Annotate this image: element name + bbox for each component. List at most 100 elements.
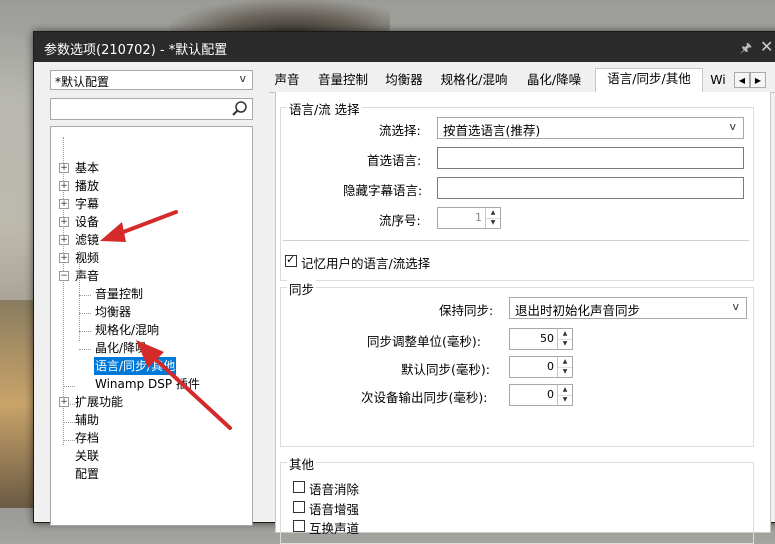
remember-language-checkbox[interactable] — [285, 253, 297, 267]
default-sync-stepper[interactable]: 0 ▲ ▼ — [509, 356, 573, 378]
search-input[interactable] — [53, 101, 232, 117]
collapse-icon[interactable]: − — [59, 271, 69, 281]
tree-item-label: 播放 — [75, 179, 100, 193]
stepper-buttons: ▲ ▼ — [485, 208, 500, 228]
remember-language-label: 记忆用户的语言/流选择 — [301, 256, 431, 271]
stepper-buttons: ▲ ▼ — [557, 329, 572, 349]
hidden-subtitle-language-field[interactable] — [437, 177, 744, 199]
stepper-buttons: ▲ ▼ — [557, 385, 572, 405]
expand-icon[interactable]: + — [59, 163, 69, 173]
tab-winamp[interactable]: Wi — [707, 70, 729, 91]
stepper-down-icon[interactable]: ▼ — [558, 339, 572, 349]
expand-icon[interactable]: + — [59, 253, 69, 263]
divider — [283, 240, 749, 241]
expand-icon[interactable]: + — [59, 181, 69, 191]
tree-item-label: 存档 — [75, 431, 100, 445]
stream-number-stepper[interactable]: 1 ▲ ▼ — [437, 207, 501, 229]
pin-icon[interactable]: 🖈 — [740, 39, 752, 61]
sync-adjust-unit-stepper[interactable]: 50 ▲ ▼ — [509, 328, 573, 350]
stream-select-value: 按首选语言(推荐) — [443, 123, 541, 138]
secondary-device-sync-value: 0 — [547, 388, 554, 401]
stepper-buttons: ▲ ▼ — [557, 357, 572, 377]
tree-item-label: 扩展功能 — [75, 395, 124, 409]
swap-channels-checkbox[interactable] — [293, 520, 305, 532]
tree-item-label: 字幕 — [75, 197, 100, 211]
sync-group: 同步 保持同步: 退出时初始化声音同步 v 同步调整单位(毫秒): 50 ▲ ▼… — [280, 279, 754, 447]
expand-icon[interactable]: + — [59, 235, 69, 245]
tree-item-label: 声音 — [75, 269, 100, 283]
expand-icon[interactable]: + — [59, 199, 69, 209]
default-sync-value: 0 — [547, 360, 554, 373]
tree-connector — [63, 440, 75, 441]
stepper-down-icon[interactable]: ▼ — [486, 218, 500, 228]
voice-cancel-label: 语音消除 — [309, 482, 360, 497]
preferred-language-label: 首选语言: — [367, 153, 422, 168]
window-title: 参数选项(210702) - *默认配置 — [44, 43, 228, 58]
keep-sync-dropdown[interactable]: 退出时初始化声音同步 v — [509, 297, 747, 319]
stream-number-label: 流序号: — [379, 213, 421, 228]
hidden-subtitle-language-label: 隐藏字幕语言: — [343, 183, 423, 198]
secondary-device-sync-stepper[interactable]: 0 ▲ ▼ — [509, 384, 573, 406]
tab-crystal-denoise[interactable]: 晶化/降噪 — [521, 70, 587, 91]
tree-item-label: 设备 — [75, 215, 100, 229]
tree-item-label: 均衡器 — [95, 305, 132, 319]
tree-connector — [79, 349, 91, 350]
chevron-down-icon: v — [239, 72, 246, 85]
tree-item-label: 配置 — [75, 467, 100, 481]
preset-dropdown-value: *默认配置 — [55, 75, 110, 89]
keep-sync-label: 保持同步: — [439, 303, 494, 318]
group-title: 其他 — [287, 454, 317, 473]
group-title: 语言/流 选择 — [287, 99, 362, 118]
other-group: 其他 语音消除 语音增强 互换声道 — [280, 454, 754, 544]
expand-icon[interactable]: + — [59, 397, 69, 407]
tab-equalizer[interactable]: 均衡器 — [381, 70, 427, 91]
default-sync-label: 默认同步(毫秒): — [401, 362, 490, 377]
tree-connector — [63, 422, 75, 423]
tree-item-label: 音量控制 — [95, 287, 144, 301]
close-icon[interactable]: ✕ — [760, 37, 773, 56]
tree-item-label: 辅助 — [75, 413, 100, 427]
tree-item-label: 视频 — [75, 251, 100, 265]
stream-number-value: 1 — [475, 211, 482, 224]
voice-cancel-checkbox[interactable] — [293, 481, 305, 493]
stream-select-dropdown[interactable]: 按首选语言(推荐) v — [437, 117, 744, 139]
preferred-language-field[interactable] — [437, 147, 744, 169]
tree-item-label: 基本 — [75, 161, 100, 175]
settings-page: 语言/流 选择 流选择: 按首选语言(推荐) v 首选语言: 隐藏字幕语言: 流… — [275, 92, 771, 544]
voice-enhance-label: 语音增强 — [309, 502, 360, 517]
tab-scroll-left-icon[interactable]: ◀ — [734, 72, 750, 88]
tree-item-label: 规格化/混响 — [95, 323, 160, 337]
tree-item-label: 晶化/降噪 — [95, 341, 148, 355]
chevron-down-icon: v — [732, 300, 739, 313]
voice-enhance-checkbox[interactable] — [293, 501, 305, 513]
preset-dropdown[interactable]: *默认配置 v — [50, 70, 253, 90]
tree-connector — [79, 331, 91, 332]
tab-volume-control[interactable]: 音量控制 — [313, 70, 373, 91]
tree-connector — [79, 295, 91, 296]
sync-adjust-unit-value: 50 — [540, 332, 554, 345]
stepper-down-icon[interactable]: ▼ — [558, 395, 572, 405]
tree-connector — [79, 313, 91, 314]
tree-item-label: 关联 — [75, 449, 100, 463]
preferences-dialog: 参数选项(210702) - *默认配置 🖈 ✕ *默认配置 v + 基本 + — [33, 31, 775, 544]
chevron-down-icon: v — [729, 120, 736, 133]
settings-tree[interactable]: + 基本 + 播放 + 字幕 + 设备 + 滤镜 + 视频 − 声音 音量控制 — [50, 126, 253, 526]
language-stream-group: 语言/流 选择 流选择: 按首选语言(推荐) v 首选语言: 隐藏字幕语言: 流… — [280, 99, 754, 281]
tab-bar: 声音 音量控制 均衡器 规格化/混响 晶化/降噪 语言/同步/其他 Wi — [269, 68, 775, 93]
tab-audio[interactable]: 声音 — [269, 70, 305, 91]
group-title: 同步 — [287, 279, 317, 298]
sync-adjust-unit-label: 同步调整单位(毫秒): — [367, 334, 481, 349]
search-icon[interactable] — [231, 100, 249, 121]
expand-icon[interactable]: + — [59, 217, 69, 227]
tab-language-sync-other[interactable]: 语言/同步/其他 — [595, 68, 703, 92]
keep-sync-value: 退出时初始化声音同步 — [515, 303, 641, 318]
stepper-down-icon[interactable]: ▼ — [558, 367, 572, 377]
tree-item-label: Winamp DSP 插件 — [95, 377, 200, 391]
tab-normalize-reverb[interactable]: 规格化/混响 — [435, 70, 513, 91]
tree-item-label: 滤镜 — [75, 233, 100, 247]
secondary-device-sync-label: 次设备输出同步(毫秒): — [361, 390, 488, 405]
title-bar[interactable]: 参数选项(210702) - *默认配置 🖈 ✕ — [34, 32, 775, 62]
swap-channels-label: 互换声道 — [309, 521, 360, 536]
search-box[interactable] — [50, 98, 253, 120]
tab-scroll-right-icon[interactable]: ▶ — [750, 72, 766, 88]
